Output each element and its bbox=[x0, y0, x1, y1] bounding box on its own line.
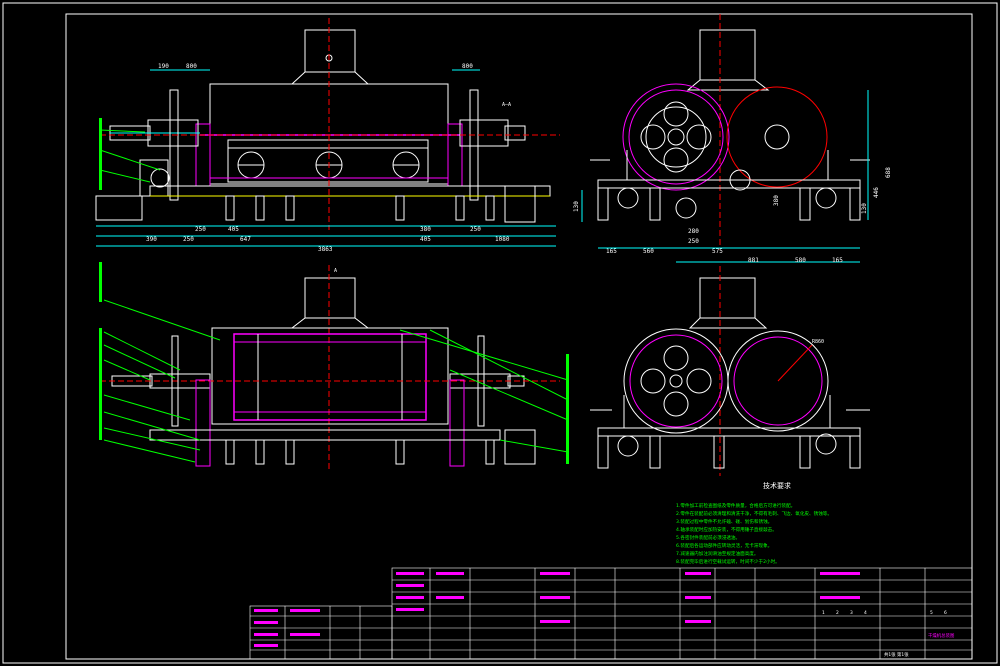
note-line-6: 6.装配后各运动部件应转动灵活，无卡滞现象。 bbox=[676, 542, 772, 549]
cad-drawing-sheet: 190 800 800 390 250 250 405 647 3863 380… bbox=[2, 2, 998, 664]
side-dim-2: 560 bbox=[643, 248, 654, 255]
dim-bottom-2: 250 bbox=[183, 236, 194, 243]
scale-5: 5 bbox=[930, 610, 933, 616]
section-mark: A—A bbox=[502, 102, 511, 108]
top-view bbox=[100, 265, 569, 470]
inner-border bbox=[65, 13, 973, 660]
note-line-7: 7.减速器内加注润滑油至规定油面高度。 bbox=[676, 550, 758, 557]
side-dim-v2: 380 bbox=[773, 195, 780, 206]
scale-2: 2 bbox=[836, 610, 839, 616]
side-dim-3: 280 bbox=[688, 228, 699, 235]
note-line-4: 4.轴承装配时应加热安装，不得用锤子直接敲击。 bbox=[676, 526, 777, 533]
radius-label: R860 bbox=[812, 339, 824, 345]
side-dim-7: 580 bbox=[795, 257, 806, 264]
note-line-1: 1.零件加工前检查图纸及零件质量，合格后方可进行装配。 bbox=[676, 502, 795, 509]
side-dim-v5: 130 bbox=[861, 203, 868, 214]
note-line-8: 8.装配完毕后进行空载试运转，时间不少于2小时。 bbox=[676, 558, 780, 565]
parts-list-fill bbox=[254, 572, 860, 647]
scale-3: 3 bbox=[850, 610, 853, 616]
side-dim-1: 165 bbox=[606, 248, 617, 255]
drawing-name: 干燥机总装图 bbox=[928, 632, 955, 639]
scale-1: 1 bbox=[822, 610, 825, 616]
dim-bottom-10: 1080 bbox=[495, 236, 510, 243]
side-dim-5: 575 bbox=[712, 248, 723, 255]
dim-bottom-7: 380 bbox=[420, 226, 431, 233]
dim-bottom-5: 647 bbox=[240, 236, 251, 243]
side-dim-v3: 446 bbox=[873, 187, 880, 198]
scale-6: 6 bbox=[944, 610, 947, 616]
technical-notes: 技术要求 1.零件加工前检查图纸及零件质量，合格后方可进行装配。 2.零件在装配… bbox=[676, 481, 832, 565]
note-line-2: 2.零件在装配前必须清理和清洗干净，不得有毛刺、飞边、氧化皮、锈蚀等。 bbox=[676, 510, 832, 517]
dim-bottom-9: 405 bbox=[420, 236, 431, 243]
dim-top-3: 800 bbox=[462, 63, 473, 70]
side-view-dimensions: 165 560 280 250 575 881 580 165 130 380 … bbox=[573, 167, 892, 264]
dim-bottom-3: 250 bbox=[195, 226, 206, 233]
front-view-callouts bbox=[99, 118, 102, 190]
note-line-5: 5.各密封件装配前必须浸透油。 bbox=[676, 534, 740, 541]
dim-bottom-8: 250 bbox=[470, 226, 481, 233]
side-dim-v1: 130 bbox=[573, 201, 580, 212]
sheet-label: 共1张 第1张 bbox=[884, 651, 909, 658]
dim-bottom-6: 3863 bbox=[318, 246, 333, 253]
outer-border bbox=[2, 2, 998, 664]
scale-4: 4 bbox=[864, 610, 867, 616]
dim-bottom-1: 390 bbox=[146, 236, 157, 243]
top-section-mark: A bbox=[334, 268, 337, 274]
top-view-callouts bbox=[99, 262, 569, 464]
notes-title: 技术要求 bbox=[763, 481, 791, 490]
dim-top-2: 800 bbox=[186, 63, 197, 70]
dim-bottom-4: 405 bbox=[228, 226, 239, 233]
front-view bbox=[95, 18, 560, 247]
dim-top-1: 190 bbox=[158, 63, 169, 70]
side-dim-8: 165 bbox=[832, 257, 843, 264]
note-line-3: 3.装配过程中零件不允许磕、碰、划伤和锈蚀。 bbox=[676, 518, 772, 525]
side-dim-v4: 688 bbox=[885, 167, 892, 178]
side-dim-4: 250 bbox=[688, 238, 699, 245]
side-view bbox=[581, 14, 870, 263]
title-block: 1 2 3 4 5 6 干燥机总装图 共1张 第1张 bbox=[822, 610, 955, 658]
end-view bbox=[590, 266, 870, 476]
side-dim-6: 881 bbox=[748, 257, 759, 264]
